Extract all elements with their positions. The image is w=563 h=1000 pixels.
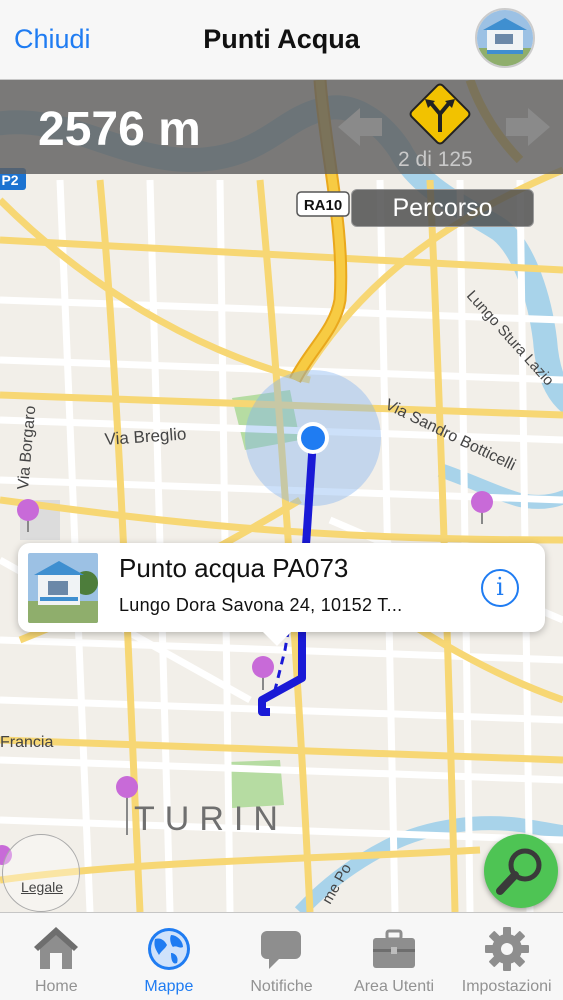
- tab-home[interactable]: Home: [0, 913, 113, 1000]
- tab-notifications[interactable]: Notifiche: [225, 913, 338, 1000]
- briefcase-icon: [373, 929, 416, 968]
- callout-title: Punto acqua PA073: [119, 553, 349, 583]
- tab-bar: Home Mappe Notifiche Area Utenti Imposta…: [0, 912, 563, 1000]
- ra10-shield: RA10: [296, 191, 350, 217]
- tab-maps[interactable]: Mappe: [113, 913, 226, 1000]
- user-location-dot: [301, 426, 325, 450]
- direction-banner: 2576 m: [0, 80, 563, 174]
- tab-label: Impostazioni: [461, 978, 552, 995]
- previous-step-arrow-icon[interactable]: [336, 104, 384, 150]
- info-icon[interactable]: i: [481, 569, 519, 607]
- tab-settings[interactable]: Impostazioni: [450, 913, 563, 1000]
- callout-address: Lungo Dora Savona 24, 10152 T...: [119, 595, 403, 615]
- legal-button[interactable]: Legale: [2, 834, 80, 912]
- svg-text:RA10: RA10: [304, 197, 342, 214]
- tab-label: Mappe: [144, 978, 194, 995]
- city-label: TURIN: [134, 800, 288, 838]
- step-counter: 2 di 125: [398, 148, 473, 171]
- distance-label: 2576 m: [38, 103, 201, 156]
- kiosk-avatar[interactable]: [475, 8, 535, 68]
- house-icon: [34, 927, 79, 969]
- route-button[interactable]: Percorso: [351, 189, 534, 227]
- nav-bar: Chiudi Punti Acqua: [0, 0, 563, 80]
- tab-user-area[interactable]: Area Utenti: [338, 913, 451, 1000]
- speech-bubble-icon: [261, 931, 302, 969]
- globe-icon: [147, 928, 190, 970]
- next-step-arrow-icon[interactable]: [504, 104, 552, 150]
- tab-label: Area Utenti: [354, 978, 435, 995]
- close-button[interactable]: Chiudi: [14, 24, 91, 55]
- search-button[interactable]: [484, 834, 558, 908]
- svg-text:P2: P2: [1, 172, 18, 188]
- app-screen: RA10 P2 Via Breglio Via Borgaro Via Sand…: [0, 0, 563, 1000]
- tab-label: Notifiche: [250, 978, 313, 995]
- magnifier-icon: [496, 848, 542, 895]
- kiosk-thumbnail: [28, 553, 98, 623]
- fork-road-sign-icon: [409, 83, 471, 145]
- street-label: Francia: [0, 734, 53, 751]
- tab-label: Home: [34, 978, 78, 995]
- gear-icon: [484, 927, 529, 971]
- legal-label: Legale: [20, 879, 64, 895]
- water-point-callout[interactable]: Punto acqua PA073 Lungo Dora Savona 24, …: [18, 543, 545, 646]
